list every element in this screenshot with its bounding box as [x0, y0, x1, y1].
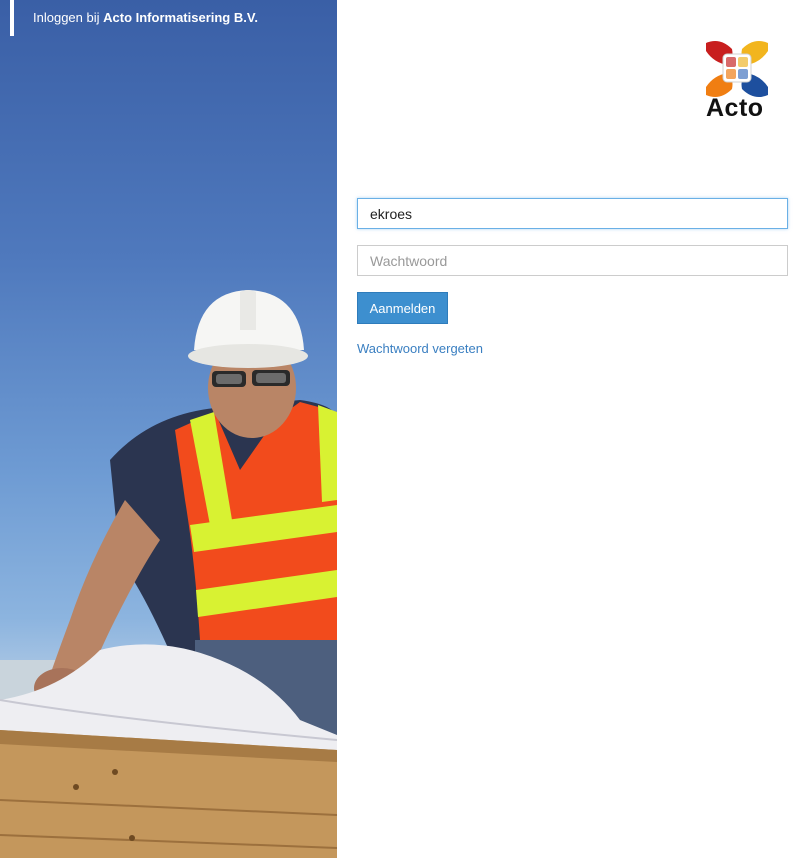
password-input[interactable] [357, 245, 788, 276]
logo-wordmark: Acto [706, 94, 764, 122]
organization-name: Acto Informatisering B.V. [103, 10, 258, 25]
forgot-password-link[interactable]: Wachtwoord vergeten [357, 341, 483, 356]
construction-worker-image [0, 290, 337, 858]
sign-in-heading: Inloggen bij Acto Informatisering B.V. [33, 10, 258, 25]
heading-prefix: Inloggen bij [33, 10, 100, 25]
sign-in-button[interactable]: Aanmelden [357, 292, 448, 324]
login-page: Inloggen bij Acto Informatisering B.V. A… [0, 0, 809, 858]
hero-photo-panel: Inloggen bij Acto Informatisering B.V. [0, 0, 337, 858]
username-input[interactable] [357, 198, 788, 229]
header-accent-bar [10, 0, 14, 36]
